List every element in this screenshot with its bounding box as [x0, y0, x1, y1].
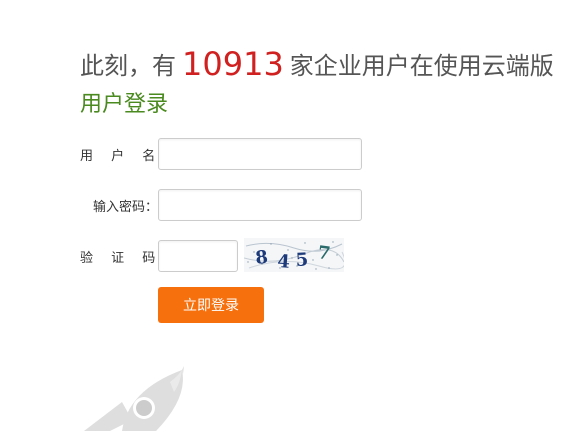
headline-suffix: 家企业用户在使用云端版 [289, 52, 554, 80]
login-title: 用户登录 [80, 92, 169, 117]
username-input[interactable] [158, 138, 362, 170]
user-count: 10913 [182, 45, 284, 83]
password-label: 输入密码： [92, 199, 158, 215]
headline-prefix: 此刻，有 [80, 52, 176, 80]
captcha-char: 5 [295, 249, 309, 271]
login-page: 此刻，有 10913 家企业用户在使用云端版 用户登录 用 户 名： 输入密码： 验… [0, 0, 586, 431]
rocket-icon [84, 366, 184, 431]
password-row: 输入密码： [80, 189, 362, 221]
captcha-char: 8 [254, 247, 269, 269]
captcha-char: 4 [277, 251, 291, 272]
username-label: 用 户 名： [80, 148, 183, 164]
captcha-input[interactable] [158, 240, 238, 272]
username-row: 用 户 名： [80, 138, 362, 170]
login-button[interactable]: 立即登录 [158, 287, 264, 323]
captcha-image[interactable]: 8457 [244, 238, 344, 272]
captcha-row: 验 证 码： [80, 240, 238, 272]
password-input[interactable] [158, 189, 362, 221]
captcha-label: 验 证 码： [80, 250, 183, 266]
user-count-headline: 此刻，有 10913 家企业用户在使用云端版 [80, 44, 554, 86]
